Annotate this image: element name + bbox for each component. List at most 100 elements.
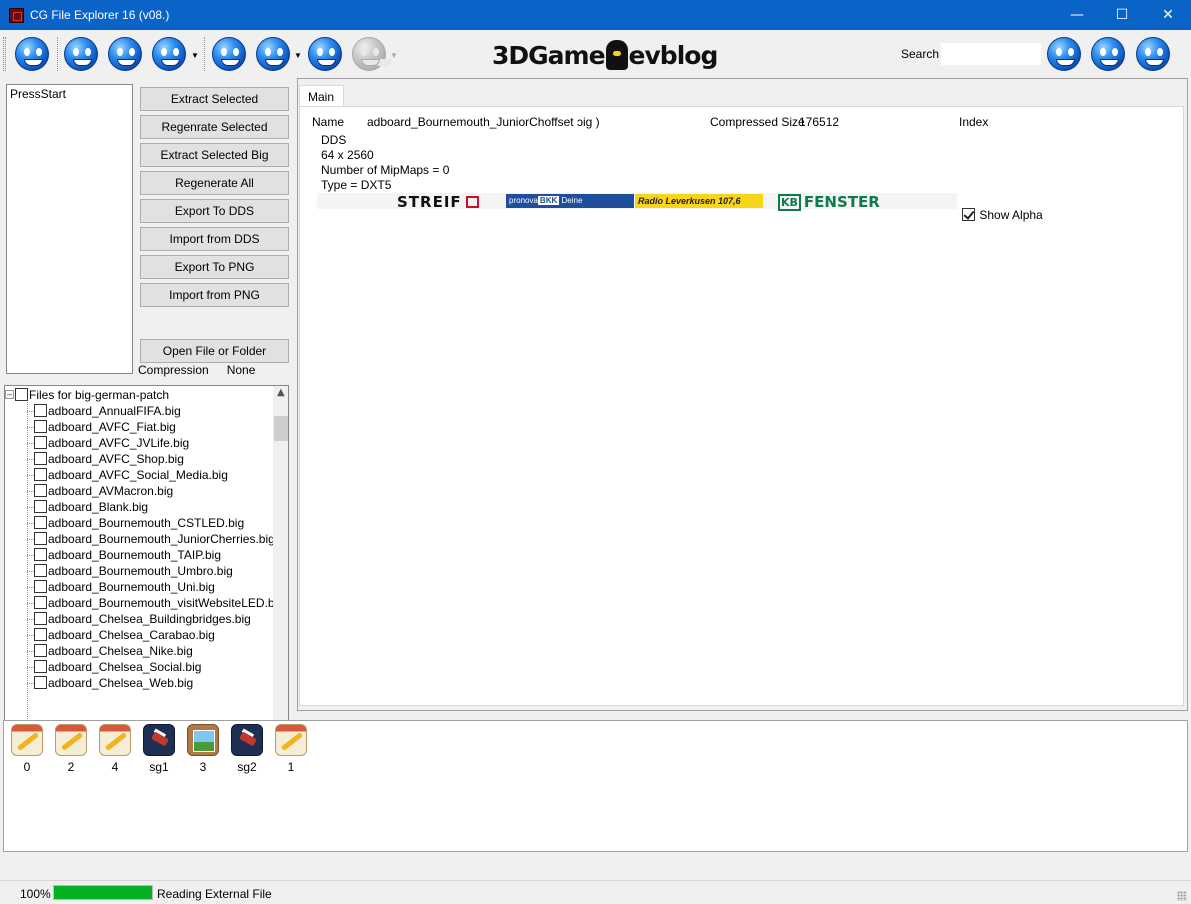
extract-selected-big-button[interactable]: Extract Selected Big bbox=[140, 143, 289, 167]
list-item[interactable]: 2 bbox=[51, 724, 91, 774]
list-item[interactable]: sg1 bbox=[139, 724, 179, 774]
tree-item[interactable]: adboard_Bournemouth_Uni.big bbox=[34, 579, 215, 595]
pencil-notepad-icon bbox=[55, 724, 87, 756]
smiley-icon[interactable] bbox=[1047, 37, 1081, 71]
checkbox[interactable] bbox=[34, 660, 47, 673]
icon-panel: 0 2 4 sg1 3 sg2 1 bbox=[3, 720, 1188, 852]
tree-item[interactable]: adboard_Blank.big bbox=[34, 499, 148, 515]
checkbox[interactable] bbox=[34, 644, 47, 657]
tree-connector bbox=[27, 395, 28, 770]
list-item[interactable]: 3 bbox=[183, 724, 223, 774]
smiley-icon[interactable] bbox=[308, 37, 342, 71]
checkbox[interactable] bbox=[34, 548, 47, 561]
tree-item[interactable]: adboard_Bournemouth_CSTLED.big bbox=[34, 515, 244, 531]
tree-item[interactable]: adboard_Bournemouth_visitWebsiteLED.big bbox=[34, 595, 273, 611]
fenster-ad: KB FENSTER bbox=[778, 193, 880, 211]
import-dds-button[interactable]: Import from DDS bbox=[140, 227, 289, 251]
import-png-button[interactable]: Import from PNG bbox=[140, 283, 289, 307]
checkbox[interactable] bbox=[34, 612, 47, 625]
tree-root[interactable]: Files for big-german-patch bbox=[15, 387, 169, 403]
smiley-icon[interactable] bbox=[1136, 37, 1170, 71]
smiley-icon[interactable] bbox=[152, 37, 186, 71]
minimize-button[interactable]: — bbox=[1054, 0, 1100, 30]
status-text: Reading External File bbox=[157, 887, 272, 901]
checkbox[interactable] bbox=[34, 532, 47, 545]
close-button[interactable]: ✕ bbox=[1145, 0, 1191, 30]
maximize-button[interactable]: ☐ bbox=[1099, 0, 1145, 30]
toolbar-grip[interactable] bbox=[3, 37, 6, 71]
checkbox[interactable] bbox=[34, 628, 47, 641]
extract-selected-button[interactable]: Extract Selected bbox=[140, 87, 289, 111]
checkbox[interactable] bbox=[34, 596, 47, 609]
checkbox[interactable] bbox=[962, 208, 975, 221]
tree-item[interactable]: adboard_Bournemouth_TAIP.big bbox=[34, 547, 221, 563]
tree-item[interactable]: adboard_Bournemouth_Umbro.big bbox=[34, 563, 233, 579]
tree-item[interactable]: adboard_AVFC_Fiat.big bbox=[34, 419, 176, 435]
tab-main[interactable]: Main bbox=[299, 85, 344, 107]
checkbox[interactable] bbox=[34, 580, 47, 593]
brand-logo: 3DGame evblog bbox=[492, 40, 718, 70]
checkbox[interactable] bbox=[34, 468, 47, 481]
tree-item[interactable]: adboard_Chelsea_Buildingbridges.big bbox=[34, 611, 251, 627]
checkbox[interactable] bbox=[34, 676, 47, 689]
smiley-icon[interactable] bbox=[1091, 37, 1125, 71]
export-dds-button[interactable]: Export To DDS bbox=[140, 199, 289, 223]
checkbox[interactable] bbox=[34, 420, 47, 433]
list-item[interactable]: sg2 bbox=[227, 724, 267, 774]
checkbox[interactable] bbox=[34, 564, 47, 577]
resize-grip[interactable] bbox=[1177, 891, 1187, 901]
file-listbox[interactable]: PressStart bbox=[6, 84, 133, 374]
collapse-icon[interactable]: – bbox=[5, 390, 14, 399]
streif-ad: STREIF bbox=[397, 193, 479, 211]
checkbox[interactable] bbox=[34, 516, 47, 529]
checkbox[interactable] bbox=[34, 452, 47, 465]
open-file-button[interactable]: Open File or Folder bbox=[140, 339, 289, 363]
chevron-down-icon[interactable]: ▼ bbox=[191, 51, 199, 60]
tree-item[interactable]: adboard_AnnualFIFA.big bbox=[34, 403, 181, 419]
compressed-size-label: Compressed Size bbox=[710, 115, 805, 129]
pencil-notepad-icon bbox=[11, 724, 43, 756]
smiley-icon[interactable] bbox=[108, 37, 142, 71]
tree-content: – Files for big-german-patch adboard_Ann… bbox=[5, 386, 273, 770]
chevron-down-icon[interactable]: ▼ bbox=[294, 51, 302, 60]
tree-item[interactable]: adboard_Bournemouth_JuniorCherries.big bbox=[34, 531, 273, 547]
checkbox[interactable] bbox=[34, 500, 47, 513]
tab-page-main: Name adboard_Bournemouth_JuniorChoffset … bbox=[299, 106, 1184, 706]
smiley-icon[interactable] bbox=[212, 37, 246, 71]
list-item[interactable]: 0 bbox=[7, 724, 47, 774]
name-value: adboard_Bournemouth_JuniorChoffset ɔig ) bbox=[367, 115, 600, 129]
checkbox[interactable] bbox=[15, 388, 28, 401]
tree-vertical-scrollbar[interactable]: ▲ ▼ bbox=[273, 386, 288, 770]
tree-item[interactable]: adboard_AVMacron.big bbox=[34, 483, 173, 499]
regenerate-all-button[interactable]: Regenerate All bbox=[140, 171, 289, 195]
house-icon bbox=[465, 196, 479, 208]
search-input[interactable] bbox=[941, 43, 1041, 65]
list-item[interactable]: 1 bbox=[271, 724, 311, 774]
checkbox[interactable] bbox=[34, 436, 47, 449]
detail-pane: Main Name adboard_Bournemouth_JuniorChof… bbox=[297, 78, 1188, 711]
tree-item[interactable]: adboard_AVFC_Shop.big bbox=[34, 451, 184, 467]
smiley-icon[interactable] bbox=[64, 37, 98, 71]
tree-root-label: Files for big-german-patch bbox=[29, 388, 170, 402]
texture-preview: STREIF pronova BKK Deine Krankenkasse Rad… bbox=[317, 193, 957, 219]
regenerate-selected-button[interactable]: Regenrate Selected bbox=[140, 115, 289, 139]
smiley-icon[interactable] bbox=[15, 37, 49, 71]
pencil-notepad-icon bbox=[275, 724, 307, 756]
tree-item[interactable]: adboard_Chelsea_Social.big bbox=[34, 659, 201, 675]
smiley-icon[interactable] bbox=[256, 37, 290, 71]
tree-item[interactable]: adboard_Chelsea_Web.big bbox=[34, 675, 193, 691]
list-item[interactable]: 4 bbox=[95, 724, 135, 774]
radio-ad: Radio Leverkusen 107,6 bbox=[635, 194, 763, 208]
tree-item[interactable]: adboard_Chelsea_Nike.big bbox=[34, 643, 193, 659]
export-png-button[interactable]: Export To PNG bbox=[140, 255, 289, 279]
tree-item[interactable]: adboard_AVFC_JVLife.big bbox=[34, 435, 189, 451]
chevron-up-icon[interactable]: ▲ bbox=[277, 387, 285, 398]
scroll-thumb[interactable] bbox=[274, 416, 288, 441]
search-label: Search bbox=[901, 47, 940, 61]
tree-item[interactable]: adboard_Chelsea_Carabao.big bbox=[34, 627, 215, 643]
tree-item[interactable]: adboard_AVFC_Social_Media.big bbox=[34, 467, 228, 483]
list-item[interactable]: PressStart bbox=[7, 85, 132, 103]
show-alpha-checkbox[interactable]: Show Alpha bbox=[962, 208, 1043, 222]
checkbox[interactable] bbox=[34, 404, 47, 417]
checkbox[interactable] bbox=[34, 484, 47, 497]
